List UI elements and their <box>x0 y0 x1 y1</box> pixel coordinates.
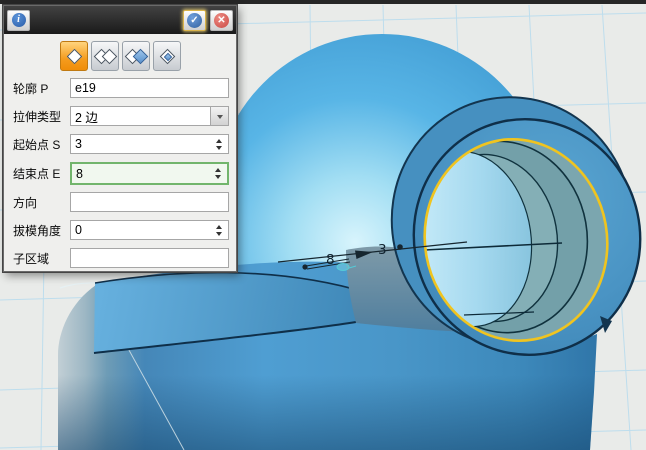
subregion-label: 子区域 <box>13 250 70 267</box>
spin-up-icon[interactable] <box>216 222 222 229</box>
draft-angle-row: 拔模角度 <box>13 220 229 240</box>
extrude-type-input[interactable] <box>71 107 228 125</box>
spin-down-icon[interactable] <box>216 146 222 153</box>
end-point-row: 结束点 E <box>13 162 229 185</box>
subregion-input[interactable] <box>71 249 228 267</box>
mode-button-boolean-intersect[interactable] <box>153 41 181 71</box>
direction-label: 方向 <box>13 194 70 211</box>
start-point-input[interactable] <box>71 135 228 153</box>
direction-input[interactable] <box>71 193 228 211</box>
boolean-mode-toolbar <box>60 41 236 71</box>
dimension-label-end[interactable]: 8 <box>326 252 335 268</box>
dropdown-arrow-icon[interactable] <box>210 107 228 125</box>
app-top-bar <box>0 0 646 4</box>
independent-solid-icon <box>67 49 83 65</box>
end-point-spinner[interactable] <box>210 164 225 183</box>
dimension-label-start[interactable]: 3 <box>378 242 387 258</box>
draft-angle-input[interactable] <box>71 221 228 239</box>
start-point-label: 起始点 S <box>13 136 70 153</box>
draft-angle-field <box>70 220 229 240</box>
spin-up-icon[interactable] <box>215 165 221 172</box>
profile-label: 轮廓 P <box>13 80 70 97</box>
extrude-feature-dialog: i ✓ ✕ <box>3 5 237 272</box>
draft-angle-spinner[interactable] <box>211 221 226 239</box>
draft-angle-label: 拔模角度 <box>13 222 70 239</box>
extrude-type-combobox <box>70 106 229 126</box>
mode-button-independent-solid[interactable] <box>60 41 88 71</box>
dialog-titlebar: i ✓ ✕ <box>4 6 236 34</box>
confirm-button[interactable]: ✓ <box>183 10 206 31</box>
spin-down-icon[interactable] <box>215 175 221 182</box>
spin-up-icon[interactable] <box>216 136 222 143</box>
mode-button-boolean-add[interactable] <box>91 41 119 71</box>
start-point-row: 起始点 S <box>13 134 229 154</box>
info-button[interactable]: i <box>7 10 30 31</box>
cad-application-window: 8 3 i ✓ ✕ <box>0 0 646 450</box>
profile-field <box>70 78 229 98</box>
start-point-field <box>70 134 229 154</box>
direction-row: 方向 <box>13 192 229 212</box>
end-point-label: 结束点 E <box>13 165 70 182</box>
info-icon: i <box>12 13 26 27</box>
direction-field <box>70 192 229 212</box>
profile-row: 轮廓 P <box>13 78 229 98</box>
end-point-input[interactable] <box>72 164 227 183</box>
start-point-spinner[interactable] <box>211 135 226 153</box>
drag-handle-marker[interactable] <box>337 264 349 271</box>
spin-down-icon[interactable] <box>216 232 222 239</box>
subregion-field <box>70 248 229 268</box>
confirm-check-icon: ✓ <box>187 13 202 28</box>
parameter-form: 轮廓 P 拉伸类型 起始点 S <box>4 78 236 268</box>
end-point-field-active <box>70 162 229 185</box>
dimension-end-handle[interactable] <box>397 244 403 250</box>
dimension-start-handle[interactable] <box>302 264 307 269</box>
mode-button-boolean-subtract[interactable] <box>122 41 150 71</box>
cancel-button[interactable]: ✕ <box>210 10 233 31</box>
profile-input[interactable] <box>71 79 228 97</box>
extrude-type-row: 拉伸类型 <box>13 106 229 126</box>
body-bottom-shadow <box>58 375 598 450</box>
cancel-x-icon: ✕ <box>214 13 229 28</box>
subregion-row: 子区域 <box>13 248 229 268</box>
extrude-type-label: 拉伸类型 <box>13 108 70 125</box>
